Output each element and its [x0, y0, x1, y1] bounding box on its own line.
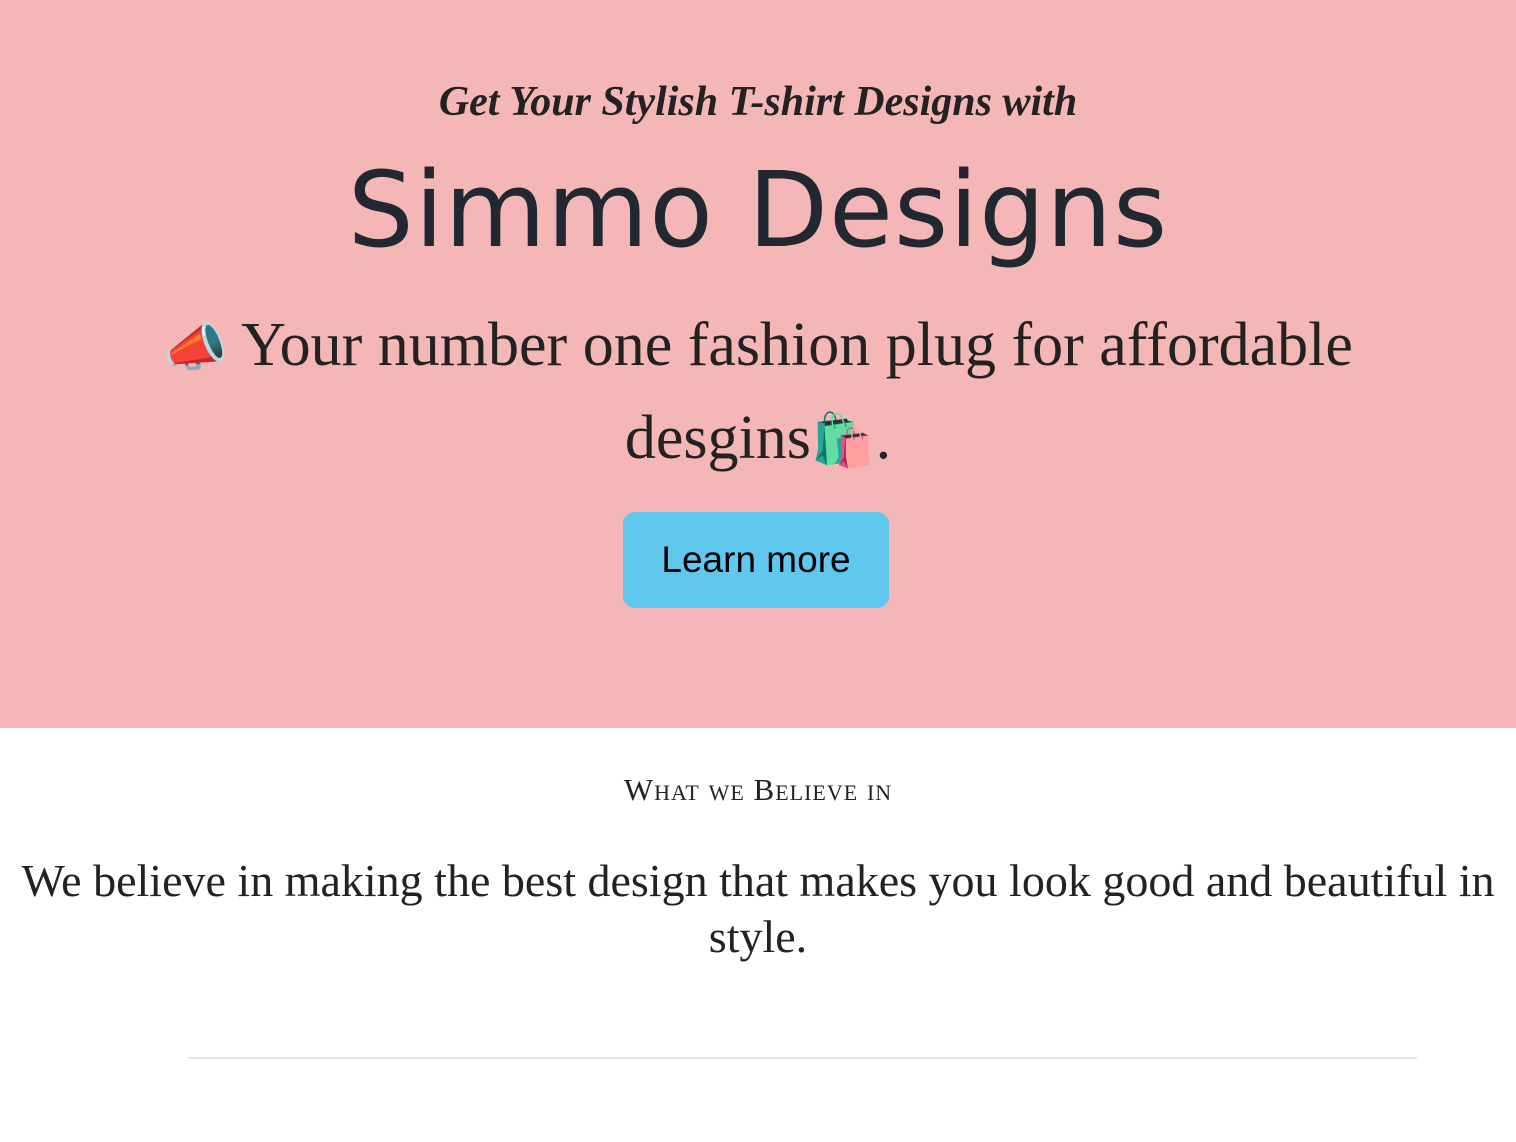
belief-section: What we Believe in We believe in making …	[0, 728, 1516, 1142]
belief-text: We believe in making the best design tha…	[21, 855, 1495, 962]
tagline-period: .	[875, 404, 892, 472]
brand-title: Simmo Designs	[347, 149, 1169, 271]
belief-title: What we Believe in	[623, 772, 893, 807]
shopping-bags-icon: 🛍️	[810, 411, 876, 471]
megaphone-icon: 📣	[163, 318, 228, 378]
hero-tagline: 📣 Your number one fashion plug for affor…	[130, 300, 1386, 486]
section-divider	[188, 1057, 1417, 1059]
tagline-text: Your number one fashion plug for afforda…	[227, 311, 1353, 472]
hero-section: Get Your Stylish T-shirt Designs with Si…	[0, 0, 1516, 728]
hero-kicker: Get Your Stylish T-shirt Designs with	[438, 79, 1078, 125]
learn-more-button[interactable]: Learn more	[623, 512, 889, 608]
